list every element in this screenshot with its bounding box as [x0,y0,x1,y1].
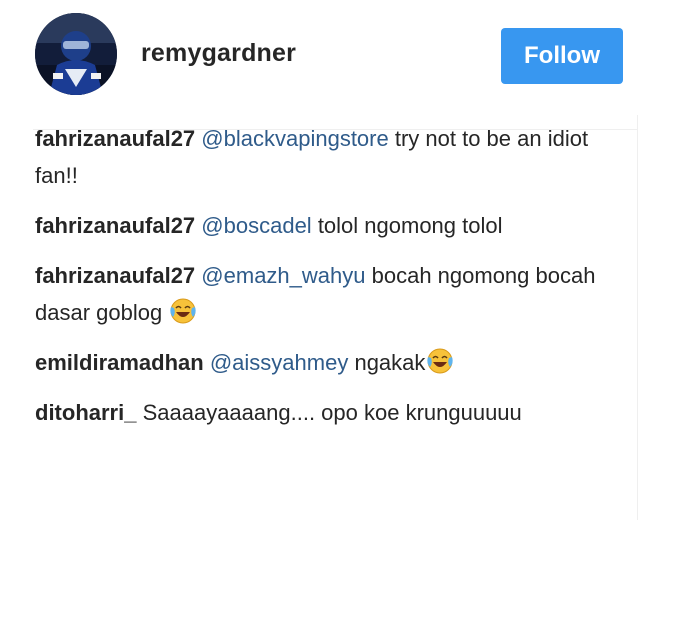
comment-item: fahrizanaufal27 @emazh_wahyu bocah ngomo… [35,257,615,331]
comments-list: fahrizanaufal27 @blackvapingstore try no… [35,126,615,518]
comment-username[interactable]: fahrizanaufal27 [35,263,195,288]
comment-mention[interactable]: @boscadel [201,213,311,238]
post-author-username[interactable]: remygardner [141,39,296,68]
comment-username[interactable]: emildiramadhan [35,350,204,375]
comment-mention[interactable]: @aissyahmey [210,350,349,375]
comment-username[interactable]: fahrizanaufal27 [35,126,195,151]
comment-username[interactable]: ditoharri_ [35,400,136,425]
post-header: remygardner Follow [0,0,700,115]
tears-of-joy-emoji-icon [168,296,198,326]
comment-item: ditoharri_ Saaaayaaaang.... opo koe krun… [35,394,615,431]
comment-mention[interactable]: @blackvapingstore [201,126,388,151]
avatar-photo-icon [35,13,117,95]
tears-of-joy-emoji-icon [425,346,455,376]
comment-text: tolol ngomong tolol [311,213,503,238]
comment-text: ngakak [348,350,426,375]
comment-item: emildiramadhan @aissyahmey ngakak [35,344,615,381]
follow-button[interactable]: Follow [501,28,623,84]
comment-mention[interactable]: @emazh_wahyu [201,263,365,288]
comment-item: fahrizanaufal27 @boscadel tolol ngomong … [35,207,615,244]
comment-item: fahrizanaufal27 @blackvapingstore try no… [35,126,615,194]
comment-username[interactable]: fahrizanaufal27 [35,213,195,238]
avatar[interactable] [35,13,117,95]
panel-border [637,115,638,520]
comment-text: Saaaayaaaang.... opo koe krunguuuuu [136,400,522,425]
